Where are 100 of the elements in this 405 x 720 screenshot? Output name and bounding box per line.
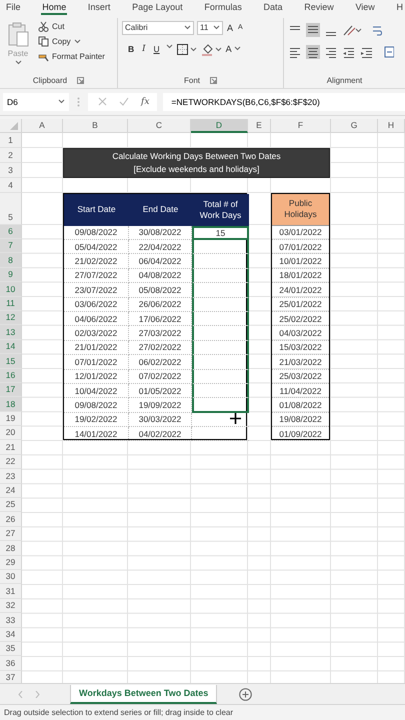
table-cell: 21/01/2022	[64, 340, 129, 356]
row-header[interactable]: 21	[0, 440, 22, 455]
formula-field[interactable]: =NETWORKDAYS(B6,C6,$F$6:$F$20)	[163, 92, 405, 111]
row-header[interactable]: 26	[0, 512, 22, 527]
table-cell[interactable]	[192, 240, 249, 254]
table-cell[interactable]	[192, 355, 249, 370]
font-color-button[interactable]: A	[226, 44, 241, 54]
border-icon	[176, 44, 188, 55]
merge-cells-icon[interactable]	[384, 44, 394, 59]
row-header[interactable]: 32	[0, 598, 22, 614]
table-cell: 02/03/2022	[64, 326, 129, 341]
row-header[interactable]: 14	[0, 340, 22, 354]
ribbon-tab[interactable]: Data	[262, 0, 284, 15]
row-header[interactable]: 10	[0, 282, 22, 297]
row-header[interactable]: 35	[0, 642, 22, 656]
row-header[interactable]: 9	[0, 268, 22, 282]
row-header[interactable]: 13	[0, 325, 22, 340]
column-header[interactable]: D	[191, 118, 248, 133]
insert-function-button[interactable]: fx	[141, 96, 150, 107]
table-cell: 04/03/2022	[272, 326, 329, 341]
ribbon-tab[interactable]: Page Layout	[131, 0, 184, 15]
row-header[interactable]: 7	[0, 239, 22, 254]
row-header[interactable]: 18	[0, 397, 22, 412]
row-header[interactable]: 1	[0, 132, 22, 148]
check-icon[interactable]	[119, 97, 129, 106]
row-header[interactable]: 27	[0, 526, 22, 542]
row-header[interactable]: 25	[0, 498, 22, 512]
table-cell[interactable]	[192, 326, 249, 341]
table-cell[interactable]	[192, 384, 249, 398]
column-header[interactable]: C	[128, 118, 191, 133]
row-header[interactable]: 37	[0, 670, 22, 684]
table-cell[interactable]	[192, 398, 249, 413]
table-cell[interactable]	[192, 298, 249, 312]
table-cell[interactable]	[192, 268, 249, 284]
table-cell[interactable]	[192, 254, 249, 269]
row-header[interactable]: 16	[0, 368, 22, 383]
row-header[interactable]: 6	[0, 224, 22, 239]
table-cell: 15/03/2022	[272, 340, 329, 356]
row-header[interactable]: 24	[0, 484, 22, 498]
row-header[interactable]: 30	[0, 570, 22, 584]
table-cell: 19/09/2022	[129, 398, 192, 413]
row-header[interactable]: 28	[0, 541, 22, 556]
row-header[interactable]: 31	[0, 584, 22, 599]
table-cell: 07/01/2022	[272, 240, 329, 254]
table-cell[interactable]	[192, 370, 249, 384]
column-header[interactable]: F	[271, 118, 331, 133]
ribbon-tab[interactable]: File	[5, 0, 22, 15]
borders-button[interactable]	[176, 44, 197, 55]
column-header[interactable]: A	[22, 118, 63, 133]
ribbon-tab[interactable]: H	[396, 0, 404, 15]
column-header[interactable]: E	[248, 118, 271, 133]
name-box[interactable]: D6	[3, 92, 69, 111]
grow-font-button[interactable]: A	[226, 22, 234, 33]
table-cell[interactable]	[192, 283, 249, 298]
row-header[interactable]: 2	[0, 148, 22, 163]
add-sheet-icon[interactable]	[239, 688, 252, 701]
font-size-dropdown[interactable]: 11	[197, 20, 223, 35]
column-header[interactable]: G	[331, 118, 378, 133]
table-cell: 25/03/2022	[272, 370, 329, 384]
format-painter-button[interactable]: Format Painter	[38, 50, 105, 62]
copy-button[interactable]: Copy	[38, 36, 105, 47]
bold-button[interactable]: B	[126, 44, 136, 54]
row-header[interactable]: 23	[0, 469, 22, 484]
row-header[interactable]: 33	[0, 613, 22, 628]
row-header[interactable]: 3	[0, 162, 22, 178]
sheet-tab[interactable]: Workdays Between Two Dates	[70, 685, 218, 704]
row-header[interactable]: 20	[0, 426, 22, 440]
ribbon-tab[interactable]: Formulas	[203, 0, 243, 15]
underline-button[interactable]: U	[152, 44, 162, 54]
row-header[interactable]: 29	[0, 556, 22, 570]
table-cell: 24/01/2022	[272, 283, 329, 298]
row-header[interactable]: 5	[0, 192, 22, 225]
table-cell[interactable]	[192, 312, 249, 326]
font-name-dropdown[interactable]: Calibri	[122, 20, 194, 35]
align-middle-icon[interactable]	[306, 22, 320, 37]
ribbon-tab[interactable]: Insert	[86, 0, 112, 15]
table-cell[interactable]: 15	[192, 226, 249, 240]
cut-button[interactable]: Cut	[38, 20, 105, 32]
table-cell[interactable]	[192, 340, 249, 356]
ribbon-tab[interactable]: Review	[303, 0, 335, 15]
italic-button[interactable]: I	[140, 44, 148, 54]
row-header[interactable]: 8	[0, 253, 22, 268]
group-label: Clipboard	[32, 76, 68, 86]
table-cell: 05/08/2022	[129, 283, 192, 298]
table-header: Total # of Work Days	[192, 194, 249, 226]
ribbon-tab[interactable]: View	[354, 0, 376, 15]
row-header[interactable]: 15	[0, 354, 22, 369]
row-header[interactable]: 34	[0, 628, 22, 642]
fill-color-button[interactable]	[200, 44, 222, 56]
row-header[interactable]: 19	[0, 412, 22, 426]
row-header[interactable]: 11	[0, 296, 22, 311]
align-center-icon[interactable]	[306, 44, 320, 59]
column-header[interactable]: H	[378, 118, 405, 133]
row-header[interactable]: 17	[0, 382, 22, 398]
column-header[interactable]: B	[63, 118, 128, 133]
row-header[interactable]: 12	[0, 310, 22, 326]
row-header[interactable]: 4	[0, 178, 22, 193]
row-header[interactable]: 36	[0, 656, 22, 671]
row-header[interactable]: 22	[0, 454, 22, 470]
ribbon-tab[interactable]: Home	[41, 0, 68, 15]
